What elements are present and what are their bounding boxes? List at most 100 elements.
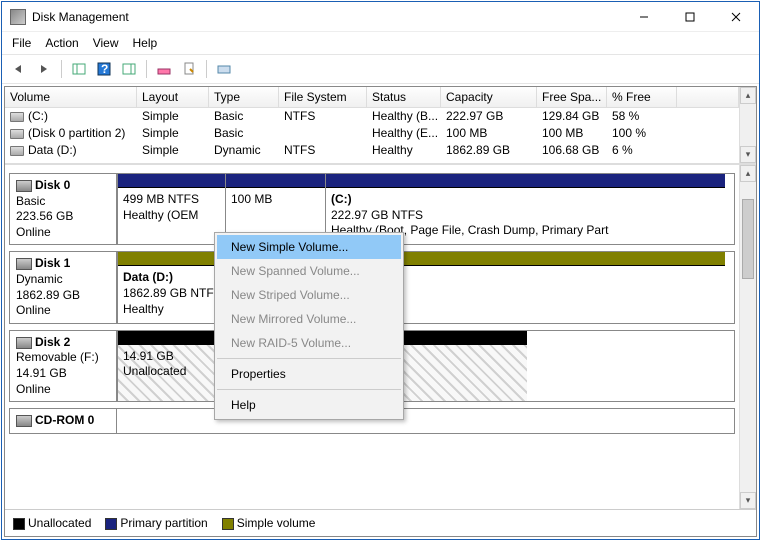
col-percent-free[interactable]: % Free (607, 87, 677, 107)
ctx-new-raid5-volume: New RAID-5 Volume... (217, 331, 401, 355)
ctx-help[interactable]: Help (217, 393, 401, 417)
back-button[interactable] (8, 58, 30, 80)
col-blank (677, 87, 739, 107)
menu-help[interactable]: Help (133, 36, 158, 50)
disk-name: Disk 0 (35, 178, 70, 192)
disk-type: Basic (16, 194, 110, 210)
ctx-new-spanned-volume: New Spanned Volume... (217, 259, 401, 283)
ctx-properties[interactable]: Properties (217, 362, 401, 386)
col-status[interactable]: Status (367, 87, 441, 107)
volume-name: (Disk 0 partition 2) (28, 126, 125, 140)
help-icon[interactable]: ? (93, 58, 115, 80)
drive-icon (10, 129, 24, 139)
disk-size: 223.56 GB (16, 209, 110, 225)
volume-pfree: 6 % (607, 142, 677, 159)
legend-simple-volume: Simple volume (237, 516, 316, 530)
volume-layout: Simple (137, 125, 209, 142)
legend-swatch-primary (105, 518, 117, 530)
disk-pane-scrollbar[interactable]: ▴ ▾ (739, 165, 756, 509)
scroll-down-icon[interactable]: ▾ (740, 492, 756, 509)
disk-management-window: Disk Management File Action View Help ? … (1, 1, 760, 540)
maximize-button[interactable] (667, 2, 713, 32)
disk-icon (16, 180, 32, 192)
partition-status: Healthy (123, 302, 720, 318)
disk-label[interactable]: Disk 2Removable (F:)14.91 GBOnline (9, 330, 117, 402)
partition-size: 100 MB (231, 192, 320, 208)
col-capacity[interactable]: Capacity (441, 87, 537, 107)
legend-swatch-unallocated (13, 518, 25, 530)
scroll-down-icon[interactable]: ▾ (740, 146, 756, 163)
col-file-system[interactable]: File System (279, 87, 367, 107)
context-menu: New Simple Volume... New Spanned Volume.… (214, 232, 404, 420)
col-layout[interactable]: Layout (137, 87, 209, 107)
window-title: Disk Management (32, 10, 621, 24)
settings-icon[interactable] (213, 58, 235, 80)
ctx-new-striped-volume: New Striped Volume... (217, 283, 401, 307)
disk-size: 14.91 GB (16, 366, 110, 382)
volume-row[interactable]: Data (D:)SimpleDynamicNTFSHealthy1862.89… (5, 142, 739, 159)
disk-size: 1862.89 GB (16, 288, 110, 304)
volume-free: 106.68 GB (537, 142, 607, 159)
partition-title: (C:) (331, 192, 352, 206)
close-button[interactable] (713, 2, 759, 32)
disk-state: Online (16, 225, 110, 241)
scroll-up-icon[interactable]: ▴ (740, 165, 756, 182)
partition-status: Healthy (OEM (123, 208, 220, 224)
disk-state: Online (16, 382, 110, 398)
legend-primary-partition: Primary partition (120, 516, 207, 530)
volume-type: Dynamic (209, 142, 279, 159)
disk-name: CD-ROM 0 (35, 413, 94, 427)
partition[interactable]: Data (D:)1862.89 GB NTFSHealthy (117, 252, 725, 322)
volume-list-scrollbar[interactable]: ▴ ▾ (739, 87, 756, 163)
volume-layout: Simple (137, 142, 209, 159)
volume-free: 129.84 GB (537, 108, 607, 125)
menu-view[interactable]: View (93, 36, 119, 50)
volume-table-header: Volume Layout Type File System Status Ca… (5, 87, 739, 108)
forward-button[interactable] (33, 58, 55, 80)
volume-layout: Simple (137, 108, 209, 125)
menu-action[interactable]: Action (45, 36, 78, 50)
minimize-button[interactable] (621, 2, 667, 32)
volume-fs: NTFS (279, 108, 367, 125)
show-hide-console-tree-icon[interactable] (68, 58, 90, 80)
volume-status: Healthy (B... (367, 108, 441, 125)
volume-fs (279, 125, 367, 142)
volume-row[interactable]: (C:)SimpleBasicNTFSHealthy (B...222.97 G… (5, 108, 739, 125)
volume-name: Data (D:) (28, 143, 77, 157)
toolbar: ? (2, 54, 759, 84)
actionpane-icon[interactable] (118, 58, 140, 80)
partition-stripe (326, 174, 725, 188)
volume-row[interactable]: (Disk 0 partition 2)SimpleBasicHealthy (… (5, 125, 739, 142)
disk-label[interactable]: CD-ROM 0 (9, 408, 117, 434)
partition-stripe (118, 252, 725, 266)
partition-body: 499 MB NTFSHealthy (OEM (118, 188, 225, 244)
volume-capacity: 1862.89 GB (441, 142, 537, 159)
partition[interactable]: 499 MB NTFSHealthy (OEM (117, 174, 225, 244)
volume-status: Healthy (E... (367, 125, 441, 142)
menubar: File Action View Help (2, 32, 759, 54)
scroll-up-icon[interactable]: ▴ (740, 87, 756, 104)
menu-file[interactable]: File (12, 36, 31, 50)
ctx-new-simple-volume[interactable]: New Simple Volume... (217, 235, 401, 259)
col-type[interactable]: Type (209, 87, 279, 107)
properties-icon[interactable] (178, 58, 200, 80)
partition-body: Data (D:)1862.89 GB NTFSHealthy (118, 266, 725, 322)
volume-pfree: 58 % (607, 108, 677, 125)
disk-label[interactable]: Disk 1Dynamic1862.89 GBOnline (9, 251, 117, 323)
disk-type: Dynamic (16, 272, 110, 288)
legend-swatch-simple (222, 518, 234, 530)
disk-icon (16, 258, 32, 270)
refresh-icon[interactable] (153, 58, 175, 80)
legend-unallocated: Unallocated (28, 516, 91, 530)
col-free-space[interactable]: Free Spa... (537, 87, 607, 107)
disk-label[interactable]: Disk 0 Basic223.56 GBOnline (9, 173, 117, 245)
ctx-new-mirrored-volume: New Mirrored Volume... (217, 307, 401, 331)
legend: Unallocated Primary partition Simple vol… (5, 509, 756, 536)
col-volume[interactable]: Volume (5, 87, 137, 107)
volume-list-pane: Volume Layout Type File System Status Ca… (5, 87, 756, 165)
partition-size: 222.97 GB NTFS (331, 208, 720, 224)
drive-icon (10, 112, 24, 122)
partition-size: 499 MB NTFS (123, 192, 220, 208)
scrollbar-thumb[interactable] (742, 199, 754, 279)
partition-stripe (118, 174, 225, 188)
